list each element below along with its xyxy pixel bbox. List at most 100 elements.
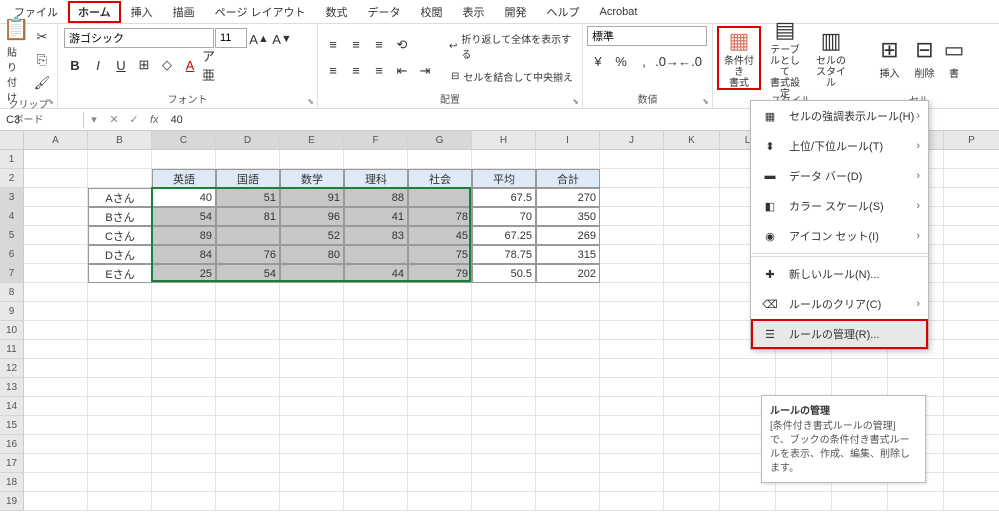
cell-H12[interactable] xyxy=(472,359,536,378)
cell-J2[interactable] xyxy=(600,169,664,188)
cell-N19[interactable] xyxy=(832,492,888,511)
cell-I10[interactable] xyxy=(536,321,600,340)
cell-J3[interactable] xyxy=(600,188,664,207)
colhead-P[interactable]: P xyxy=(944,131,999,150)
rowhead-18[interactable]: 18 xyxy=(0,473,24,492)
cell-D7[interactable]: 54 xyxy=(216,264,280,283)
cell-G13[interactable] xyxy=(408,378,472,397)
cell-E14[interactable] xyxy=(280,397,344,416)
cell-A12[interactable] xyxy=(24,359,88,378)
font-name-combo[interactable] xyxy=(64,28,214,48)
cell-B11[interactable] xyxy=(88,340,152,359)
expand-icon[interactable]: ⬊ xyxy=(47,97,54,106)
cell-A9[interactable] xyxy=(24,302,88,321)
cell-P10[interactable] xyxy=(944,321,999,340)
cell-G12[interactable] xyxy=(408,359,472,378)
cell-P13[interactable] xyxy=(944,378,999,397)
cell-E13[interactable] xyxy=(280,378,344,397)
cell-B1[interactable] xyxy=(88,150,152,169)
cell-B15[interactable] xyxy=(88,416,152,435)
cell-E7[interactable] xyxy=(280,264,344,283)
cell-C11[interactable] xyxy=(152,340,216,359)
cell-E15[interactable] xyxy=(280,416,344,435)
cell-J7[interactable] xyxy=(600,264,664,283)
cell-J1[interactable] xyxy=(600,150,664,169)
cell-G3[interactable] xyxy=(408,188,472,207)
rowhead-8[interactable]: 8 xyxy=(0,283,24,302)
cell-F5[interactable]: 83 xyxy=(344,226,408,245)
cell-F4[interactable]: 41 xyxy=(344,207,408,226)
cell-C7[interactable]: 25 xyxy=(152,264,216,283)
colhead-J[interactable]: J xyxy=(600,131,664,150)
cell-C6[interactable]: 84 xyxy=(152,245,216,264)
cell-D15[interactable] xyxy=(216,416,280,435)
dd-item-databar[interactable]: ▬データ バー(D)› xyxy=(751,161,928,191)
cell-N12[interactable] xyxy=(832,359,888,378)
dd-item-new[interactable]: ✚新しいルール(N)... xyxy=(751,259,928,289)
cell-C8[interactable] xyxy=(152,283,216,302)
select-all-corner[interactable] xyxy=(0,131,24,150)
cell-B16[interactable] xyxy=(88,435,152,454)
cell-H3[interactable]: 67.5 xyxy=(472,188,536,207)
cell-D18[interactable] xyxy=(216,473,280,492)
cell-B8[interactable] xyxy=(88,283,152,302)
cell-K6[interactable] xyxy=(664,245,720,264)
cell-J16[interactable] xyxy=(600,435,664,454)
cell-M12[interactable] xyxy=(776,359,832,378)
cell-G17[interactable] xyxy=(408,454,472,473)
menu-描画[interactable]: 描画 xyxy=(163,1,205,23)
cell-D3[interactable]: 51 xyxy=(216,188,280,207)
cell-B18[interactable] xyxy=(88,473,152,492)
cell-P3[interactable] xyxy=(944,188,999,207)
cell-B4[interactable]: Bさん xyxy=(88,207,152,226)
cell-K5[interactable] xyxy=(664,226,720,245)
cell-P15[interactable] xyxy=(944,416,999,435)
colhead-A[interactable]: A xyxy=(24,131,88,150)
dd-item-colorscale[interactable]: ◧カラー スケール(S)› xyxy=(751,191,928,221)
expand-icon[interactable]: ⬊ xyxy=(307,97,314,106)
cell-E18[interactable] xyxy=(280,473,344,492)
cell-A15[interactable] xyxy=(24,416,88,435)
fill-color-button[interactable]: ◇ xyxy=(156,54,178,76)
cell-F6[interactable] xyxy=(344,245,408,264)
cell-B13[interactable] xyxy=(88,378,152,397)
rowhead-2[interactable]: 2 xyxy=(0,169,24,188)
cell-C13[interactable] xyxy=(152,378,216,397)
cell-G5[interactable]: 45 xyxy=(408,226,472,245)
comma-button[interactable]: , xyxy=(633,50,655,72)
cell-D5[interactable] xyxy=(216,226,280,245)
cell-P14[interactable] xyxy=(944,397,999,416)
cell-E4[interactable]: 96 xyxy=(280,207,344,226)
cell-K18[interactable] xyxy=(664,473,720,492)
cell-C14[interactable] xyxy=(152,397,216,416)
cell-I16[interactable] xyxy=(536,435,600,454)
fx-button[interactable]: fx xyxy=(144,114,165,126)
cell-J6[interactable] xyxy=(600,245,664,264)
cell-C12[interactable] xyxy=(152,359,216,378)
cell-P4[interactable] xyxy=(944,207,999,226)
cell-K10[interactable] xyxy=(664,321,720,340)
cell-J12[interactable] xyxy=(600,359,664,378)
cell-B19[interactable] xyxy=(88,492,152,511)
cell-C3[interactable]: 40 xyxy=(152,188,216,207)
menu-ヘルプ[interactable]: ヘルプ xyxy=(537,1,590,23)
currency-button[interactable]: ¥ xyxy=(587,50,609,72)
cell-B9[interactable] xyxy=(88,302,152,321)
wrap-text-button[interactable]: ↩ 折り返して全体を表示する xyxy=(446,29,578,63)
cell-H6[interactable]: 78.75 xyxy=(472,245,536,264)
cell-G6[interactable]: 75 xyxy=(408,245,472,264)
rowhead-5[interactable]: 5 xyxy=(0,226,24,245)
cell-I3[interactable]: 270 xyxy=(536,188,600,207)
cell-A16[interactable] xyxy=(24,435,88,454)
cell-P19[interactable] xyxy=(944,492,999,511)
cell-D14[interactable] xyxy=(216,397,280,416)
cell-I2[interactable]: 合計 xyxy=(536,169,600,188)
menu-表示[interactable]: 表示 xyxy=(453,1,495,23)
cell-C16[interactable] xyxy=(152,435,216,454)
percent-button[interactable]: % xyxy=(610,50,632,72)
rowhead-7[interactable]: 7 xyxy=(0,264,24,283)
phonetic-button[interactable]: ア亜 xyxy=(202,54,224,76)
cell-F19[interactable] xyxy=(344,492,408,511)
dd-item-topbot[interactable]: ⬍上位/下位ルール(T)› xyxy=(751,131,928,161)
menu-ホーム[interactable]: ホーム xyxy=(68,1,121,23)
